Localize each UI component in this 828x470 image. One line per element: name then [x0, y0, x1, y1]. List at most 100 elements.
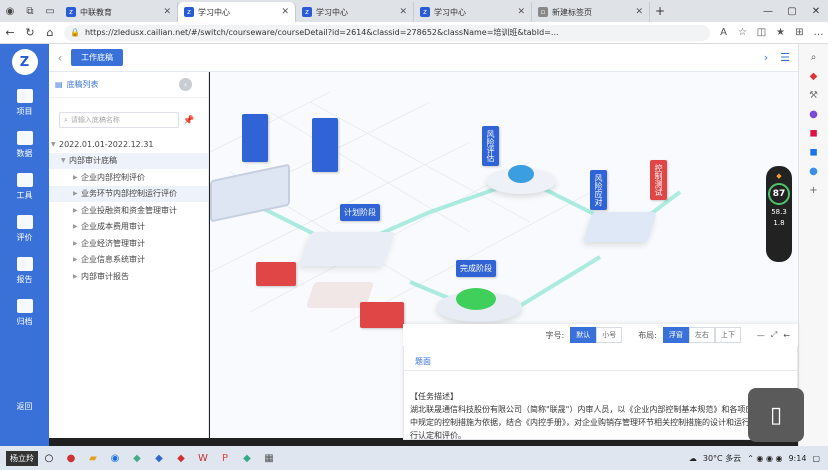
collections-icon[interactable]: ⊞	[790, 27, 809, 38]
tag-icon[interactable]: ◆	[810, 71, 818, 82]
outlook-icon[interactable]: ◼	[809, 147, 817, 158]
search-icon[interactable]: ⌕	[811, 52, 817, 63]
flag-completion[interactable]: 完成阶段	[456, 260, 496, 277]
tree-node[interactable]: ▶ 企业内部控制评价	[49, 169, 208, 186]
chevron-left-icon[interactable]: ‹	[49, 51, 71, 65]
font-small-option[interactable]: 小号	[596, 327, 623, 343]
device-icon: ▯	[769, 402, 783, 428]
tree-node[interactable]: ▶ 企业投融资和资金管理审计	[49, 202, 208, 219]
sidebar-item-data[interactable]: 数据	[16, 131, 33, 159]
tree-node[interactable]: ▼ 2022.01.01-2022.12.31	[49, 136, 208, 153]
edge-icon[interactable]: ◉	[104, 453, 126, 464]
time-display[interactable]: 9:14	[788, 454, 806, 463]
check-icon	[456, 288, 496, 310]
tree-node[interactable]: ▶ 内部审计报告	[49, 268, 208, 285]
minimize-icon[interactable]: —	[757, 331, 765, 340]
layout-lr-option[interactable]: 左右	[688, 327, 715, 343]
reload-icon[interactable]: ↻	[20, 26, 40, 39]
browser-tab[interactable]: z 中联教育 ✕	[60, 2, 178, 22]
app-icon[interactable]: P	[214, 453, 236, 464]
weather-icon: ☁	[688, 453, 697, 463]
menu-icon[interactable]: ☰	[780, 51, 790, 64]
split-screen-icon[interactable]: ◫	[752, 27, 771, 38]
flag-risk-assessment[interactable]: 风险评估	[482, 126, 499, 166]
pin-icon[interactable]: 📌	[183, 116, 194, 126]
explorer-icon[interactable]: ▰	[82, 453, 104, 464]
browser-tab-active[interactable]: z 学习中心 ✕	[178, 2, 296, 22]
document-icon	[16, 257, 33, 271]
profile-icon[interactable]: ◉	[0, 0, 20, 22]
flag-control-test[interactable]: 控制测试	[650, 160, 667, 200]
sidebar-item-report[interactable]: 报告	[16, 257, 33, 285]
layout-tb-option[interactable]: 上下	[714, 327, 741, 343]
drop-icon[interactable]: ●	[809, 166, 818, 177]
close-tab-icon[interactable]: ✕	[517, 7, 525, 17]
tree-node[interactable]: ▶ 企业经济管理审计	[49, 235, 208, 252]
close-window-icon[interactable]: ✕	[804, 6, 828, 17]
new-tab-icon: ▫	[538, 7, 548, 17]
sidebar-item-project[interactable]: 项目	[16, 89, 33, 117]
app-icon[interactable]: ◆	[148, 453, 170, 464]
person-icon[interactable]: ●	[809, 109, 818, 120]
browser-tab[interactable]: z 学习中心 ✕	[414, 2, 532, 22]
minimize-icon[interactable]: —	[756, 6, 780, 17]
collapse-icon[interactable]: ‹	[179, 78, 192, 91]
new-tab-button[interactable]: +	[650, 4, 670, 18]
notification-icon[interactable]: ▢	[812, 454, 820, 463]
chevron-right-icon[interactable]: ›	[764, 51, 768, 64]
collections-icon[interactable]: ⧉	[20, 0, 40, 22]
browser-tab[interactable]: z 学习中心 ✕	[296, 2, 414, 22]
app-icon[interactable]: ◆	[236, 453, 258, 464]
search-input[interactable]: ⌕ 请输入底稿名称	[59, 112, 179, 128]
favorites-icon[interactable]: ★	[771, 27, 790, 38]
search-icon[interactable]: ○	[38, 453, 60, 464]
close-tab-icon[interactable]: ✕	[635, 7, 643, 17]
tools-icon[interactable]: ⚒	[809, 90, 818, 101]
more-icon[interactable]: …	[809, 27, 828, 38]
flag-planning[interactable]: 计划阶段	[340, 204, 380, 221]
sidebar-item-archive[interactable]: 归档	[16, 299, 33, 327]
caret-right-icon: ▶	[73, 190, 78, 198]
tab-actions-icon[interactable]: ▭	[40, 0, 60, 22]
wps-icon[interactable]: W	[192, 453, 214, 464]
url-field[interactable]: 🔒 https://zledusx.cailian.net/#/switch/co…	[64, 24, 710, 41]
app-icon[interactable]: ◆	[126, 453, 148, 464]
sidebar-item-tools[interactable]: 工具	[16, 173, 33, 201]
sidebar-item-evaluation[interactable]: 评价	[16, 215, 33, 243]
panel-toolbar: 字号: 默认 小号 布局: 浮窗 左右 上下 — ⤢ ←	[403, 324, 798, 346]
read-aloud-icon[interactable]: A	[714, 27, 733, 38]
workpaper-button[interactable]: 工作底稿	[71, 49, 123, 66]
tree-node[interactable]: ▶ 业务环节内部控制运行评价	[49, 185, 208, 202]
home-icon[interactable]: ⌂	[40, 26, 60, 39]
app-icon[interactable]: ◆	[170, 453, 192, 464]
layout-toggle: 浮窗 左右 上下	[662, 327, 741, 343]
app-logo: Z	[11, 49, 38, 75]
close-tab-icon[interactable]: ✕	[399, 7, 407, 17]
screen-share-button[interactable]: ▯	[748, 388, 804, 442]
sidebar-item-return[interactable]: 返回	[0, 401, 49, 412]
font-default-option[interactable]: 默认	[570, 327, 597, 343]
back-icon[interactable]: ←	[0, 26, 20, 39]
add-icon[interactable]: +	[809, 185, 817, 196]
tree-node[interactable]: ▼ 内部审计底稿	[49, 152, 208, 169]
browser-tab[interactable]: ▫ 新建标签页 ✕	[532, 2, 650, 22]
arrow-left-icon[interactable]: ←	[783, 331, 790, 340]
flag-blue-box	[242, 114, 268, 162]
office-icon[interactable]: ◼	[809, 128, 817, 139]
lock-icon: 🔒	[70, 28, 80, 37]
close-tab-icon[interactable]: ✕	[281, 7, 289, 17]
layout-float-option[interactable]: 浮窗	[662, 327, 689, 343]
app-icon[interactable]: ●	[60, 453, 82, 464]
performance-widget[interactable]: ◆ 87 58.3 1.8	[766, 166, 792, 262]
close-tab-icon[interactable]: ✕	[163, 7, 171, 17]
tray-icons[interactable]: ⌃ ◉ ◉ ◉	[747, 454, 782, 463]
tree-node[interactable]: ▶ 企业成本费用审计	[49, 219, 208, 236]
favorite-icon[interactable]: ☆	[733, 27, 752, 38]
expand-icon[interactable]: ⤢	[771, 330, 777, 340]
tree-node[interactable]: ▶ 企业信息系统审计	[49, 252, 208, 269]
flag-risk-response[interactable]: 风险应对	[590, 170, 607, 210]
briefcase-icon	[16, 173, 33, 187]
maximize-icon[interactable]: ▢	[780, 6, 804, 17]
platform-risk-response	[583, 212, 657, 242]
app-icon[interactable]: ▦	[258, 453, 280, 464]
